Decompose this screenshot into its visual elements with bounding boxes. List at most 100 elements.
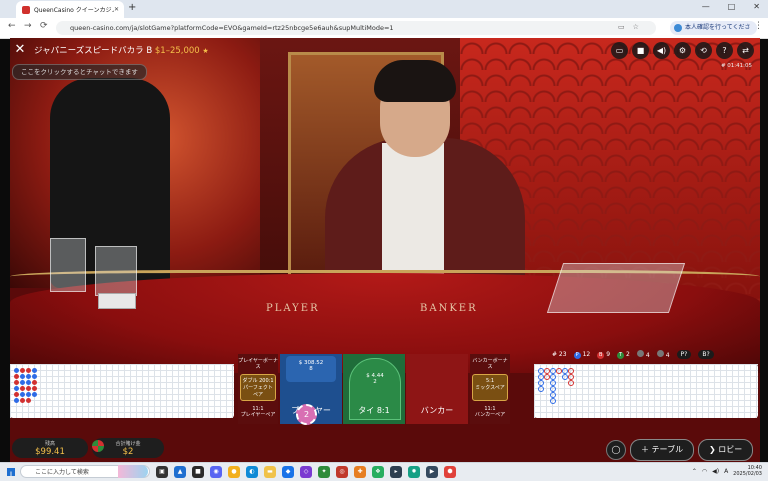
chip-stack-icon[interactable] xyxy=(92,440,104,452)
forward-button[interactable]: → xyxy=(24,21,32,31)
chat-input[interactable]: ここをクリックするとチャットできます xyxy=(12,64,147,80)
table-label-banker: BANKER xyxy=(420,303,478,314)
player-pair-bet[interactable]: 11:1 プレイヤーペア xyxy=(238,406,278,418)
profile-button[interactable]: 本人確認を行ってくださ xyxy=(670,21,757,35)
chrome-icon[interactable]: ● xyxy=(228,466,240,478)
windows-start-icon[interactable] xyxy=(7,468,15,476)
lobby-button[interactable]: ❯ ロビー xyxy=(698,439,754,461)
stat-player: P 12 xyxy=(573,350,591,359)
bead-road[interactable] xyxy=(10,364,234,418)
tie-stat-icon: T xyxy=(617,351,625,359)
banker-stat-icon: B xyxy=(597,351,605,359)
browser-tab-bar: QueenCasino クイーンカジノ | ✕ + — □ ✕ xyxy=(0,0,768,18)
folder-icon[interactable]: ▬ xyxy=(264,466,276,478)
stat-banker-pair: 4 xyxy=(656,350,670,359)
bead-road-dot xyxy=(20,386,25,391)
app-icon[interactable]: ◇ xyxy=(300,466,312,478)
chat-icon[interactable]: ▭ xyxy=(611,42,628,59)
game-round-id: # 01:41:05 xyxy=(720,63,752,69)
player-bet-info: $ 308.52 8 xyxy=(286,356,336,382)
tab-close-icon[interactable]: ✕ xyxy=(114,6,119,13)
banker-side-bets: バンカーボーナス 5:1 ミックスペア 11:1 バンカーペア xyxy=(470,354,510,424)
bead-road-dot xyxy=(14,398,19,403)
app-icon[interactable]: ⬢ xyxy=(444,466,456,478)
camera-icon[interactable]: ■ xyxy=(632,42,649,59)
app-icon[interactable]: ▲ xyxy=(174,466,186,478)
player-stat-icon: P xyxy=(573,351,581,359)
banker-bonus-label[interactable]: バンカーボーナス xyxy=(470,358,510,370)
bead-road-dot xyxy=(20,368,25,373)
tab-title: QueenCasino クイーンカジノ | xyxy=(34,7,114,14)
chat-toggle-button[interactable]: ◯ xyxy=(606,440,626,460)
stat-total-hands: # 23 xyxy=(552,351,567,358)
app-icon[interactable]: ▸ xyxy=(390,466,402,478)
discord-icon[interactable]: ◉ xyxy=(210,466,222,478)
app-icon[interactable]: ✚ xyxy=(354,466,366,478)
back-button[interactable]: ← xyxy=(8,21,16,31)
bead-road-dot xyxy=(26,386,31,391)
big-road-mark xyxy=(568,380,574,386)
app-icon[interactable]: ✦ xyxy=(318,466,330,478)
add-table-button[interactable]: ＋ テーブル xyxy=(630,439,695,461)
player-predict-pill[interactable]: P? xyxy=(676,350,692,359)
lobby-switch-icon[interactable]: ⇄ xyxy=(737,42,754,59)
app-icon[interactable]: ❖ xyxy=(372,466,384,478)
stat-tie: T2 xyxy=(617,350,630,359)
install-app-icon[interactable]: ▭ xyxy=(618,23,625,31)
network-icon[interactable]: ◠ xyxy=(702,468,707,475)
close-window-button[interactable]: ✕ xyxy=(753,2,760,11)
placed-chip[interactable]: 2 xyxy=(296,404,317,425)
help-icon[interactable]: ? xyxy=(716,42,733,59)
discard-box xyxy=(50,238,86,292)
history-icon[interactable]: ⟲ xyxy=(695,42,712,59)
profile-avatar-icon xyxy=(674,23,682,32)
app-icon[interactable]: ✹ xyxy=(408,466,420,478)
taskbar-apps: ▣ ▲ ■ ◉ ● ◐ ▬ ◆ ◇ ✦ ◎ ✚ ❖ ▸ ✹ ▶ ⬢ xyxy=(156,466,456,478)
big-road-mark xyxy=(550,398,556,404)
task-view-icon[interactable]: ▣ xyxy=(156,466,168,478)
player-bonus-label[interactable]: プレイヤーボーナス xyxy=(238,358,278,370)
browser-menu-icon[interactable]: ⋮ xyxy=(754,21,763,31)
bead-road-dot xyxy=(20,398,25,403)
site-favicon-icon xyxy=(22,5,30,14)
banker-pair-bet[interactable]: 11:1 バンカーペア xyxy=(470,406,510,418)
either-pair-bet[interactable]: 5:1 ミックスペア xyxy=(472,374,508,401)
big-road[interactable] xyxy=(534,364,758,418)
reload-button[interactable]: ⟳ xyxy=(40,21,48,31)
tray-expand-icon[interactable]: ⌃ xyxy=(692,468,697,475)
banker-bet-label: バンカー xyxy=(420,406,454,415)
app-icon[interactable]: ◆ xyxy=(282,466,294,478)
tie-bet-area[interactable]: $ 4.44 2 タイ 8:1 xyxy=(343,354,405,424)
favorite-star-icon[interactable]: ★ xyxy=(202,47,208,55)
bead-road-dot xyxy=(26,380,31,385)
app-icon[interactable]: ■ xyxy=(192,466,204,478)
bookmark-star-icon[interactable]: ☆ xyxy=(633,23,639,31)
app-icon[interactable]: ▶ xyxy=(426,466,438,478)
clock[interactable]: 10:40 2025/02/03 xyxy=(733,465,762,477)
banker-bet-area[interactable]: バンカー xyxy=(406,354,468,424)
banker-predict-pill[interactable]: B? xyxy=(698,350,714,359)
bet-limits: $1–25,000 xyxy=(154,46,200,56)
stat-player-pair: 4 xyxy=(636,350,650,359)
tie-bet-label: タイ 8:1 xyxy=(358,406,390,415)
volume-icon[interactable]: ◀) xyxy=(653,42,670,59)
new-tab-button[interactable]: + xyxy=(128,2,136,13)
settings-icon[interactable]: ⚙ xyxy=(674,42,691,59)
browser-tab[interactable]: QueenCasino クイーンカジノ | ✕ xyxy=(16,1,124,18)
close-game-button[interactable]: ✕ xyxy=(12,42,28,58)
volume-tray-icon[interactable]: ◀) xyxy=(712,468,719,475)
card-shoe xyxy=(546,263,686,313)
app-icon[interactable]: ◎ xyxy=(336,466,348,478)
dealer-hair xyxy=(374,60,456,102)
edge-icon[interactable]: ◐ xyxy=(246,466,258,478)
url-field[interactable]: queen-casino.com/ja/slotGame?platformCod… xyxy=(56,21,656,35)
ime-indicator[interactable]: A xyxy=(724,468,728,475)
maximize-button[interactable]: □ xyxy=(728,2,736,11)
shoe-stats: # 23 P 12 B9 T2 4 4 P? B? xyxy=(552,350,714,359)
minimize-button[interactable]: — xyxy=(702,2,710,11)
address-bar: ← → ⟳ queen-casino.com/ja/slotGame?platf… xyxy=(0,18,768,39)
bead-road-dot xyxy=(32,386,37,391)
url-actions: ▭ ☆ xyxy=(618,23,639,31)
card-holder xyxy=(95,246,137,296)
perfect-pair-bet[interactable]: ダブル 200:1 パーフェクトペア xyxy=(240,374,276,401)
